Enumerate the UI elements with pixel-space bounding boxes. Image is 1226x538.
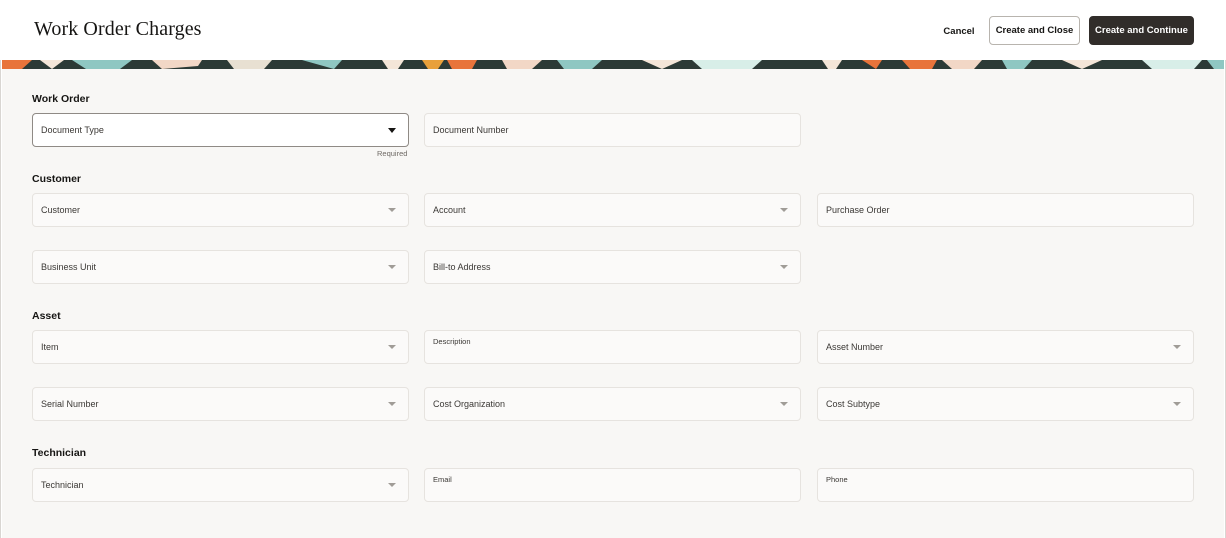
section-title-work-order: Work Order bbox=[32, 93, 90, 105]
asset-number-select[interactable]: Asset Number bbox=[817, 330, 1194, 364]
technician-select[interactable]: Technician bbox=[32, 468, 409, 502]
customer-select[interactable]: Customer bbox=[32, 193, 409, 227]
cost-organization-label: Cost Organization bbox=[433, 399, 506, 409]
chevron-down-icon[interactable] bbox=[780, 265, 788, 269]
phone-label: Phone bbox=[826, 475, 848, 484]
page-header: Work Order Charges Cancel Create and Clo… bbox=[0, 0, 1226, 60]
bill-to-address-label: Bill-to Address bbox=[433, 262, 491, 272]
serial-number-select[interactable]: Serial Number bbox=[32, 387, 409, 421]
business-unit-label: Business Unit bbox=[41, 262, 97, 272]
description-label: Description bbox=[433, 337, 471, 346]
item-select[interactable]: Item bbox=[32, 330, 409, 364]
chevron-down-icon[interactable] bbox=[388, 208, 396, 212]
technician-label: Technician bbox=[41, 480, 84, 490]
cost-subtype-label: Cost Subtype bbox=[826, 399, 881, 409]
section-title-customer: Customer bbox=[32, 173, 82, 185]
chevron-down-icon[interactable] bbox=[1173, 402, 1181, 406]
document-number-field[interactable]: Document Number bbox=[424, 113, 801, 147]
banner-pattern bbox=[2, 60, 1224, 69]
section-title-asset: Asset bbox=[32, 310, 61, 322]
asset-number-label: Asset Number bbox=[826, 342, 884, 352]
chevron-down-icon[interactable] bbox=[780, 208, 788, 212]
serial-number-label: Serial Number bbox=[41, 399, 99, 409]
chevron-down-icon[interactable] bbox=[388, 483, 396, 487]
description-field[interactable]: Description bbox=[424, 330, 801, 364]
business-unit-select[interactable]: Business Unit bbox=[32, 250, 409, 284]
create-and-close-button[interactable]: Create and Close bbox=[989, 16, 1080, 45]
create-and-continue-button[interactable]: Create and Continue bbox=[1089, 16, 1194, 45]
chevron-down-icon[interactable] bbox=[388, 265, 396, 269]
page-title: Work Order Charges bbox=[34, 18, 202, 40]
purchase-order-label: Purchase Order bbox=[826, 205, 890, 215]
item-label: Item bbox=[41, 342, 59, 352]
account-label: Account bbox=[433, 205, 466, 215]
account-select[interactable]: Account bbox=[424, 193, 801, 227]
purchase-order-field[interactable]: Purchase Order bbox=[817, 193, 1194, 227]
phone-field[interactable]: Phone bbox=[817, 468, 1194, 502]
cost-organization-select[interactable]: Cost Organization bbox=[424, 387, 801, 421]
chevron-down-icon[interactable] bbox=[388, 402, 396, 406]
decorative-banner bbox=[2, 60, 1224, 69]
document-type-label: Document Type bbox=[41, 125, 104, 135]
customer-label: Customer bbox=[41, 205, 81, 215]
section-title-technician: Technician bbox=[32, 447, 87, 459]
document-type-required-hint: Required bbox=[377, 149, 408, 158]
chevron-down-icon[interactable] bbox=[388, 345, 396, 349]
cost-subtype-select[interactable]: Cost Subtype bbox=[817, 387, 1194, 421]
bill-to-address-select[interactable]: Bill-to Address bbox=[424, 250, 801, 284]
document-number-label: Document Number bbox=[433, 125, 509, 135]
chevron-down-icon[interactable] bbox=[1173, 345, 1181, 349]
document-type-select[interactable]: Document Type bbox=[32, 113, 409, 147]
chevron-down-icon[interactable] bbox=[780, 402, 788, 406]
cancel-button[interactable]: Cancel bbox=[935, 20, 983, 42]
form-content: Work Order Document Type Required Docume… bbox=[2, 69, 1224, 538]
chevron-down-icon[interactable] bbox=[388, 128, 396, 133]
email-field[interactable]: Email bbox=[424, 468, 801, 502]
email-label: Email bbox=[433, 475, 452, 484]
